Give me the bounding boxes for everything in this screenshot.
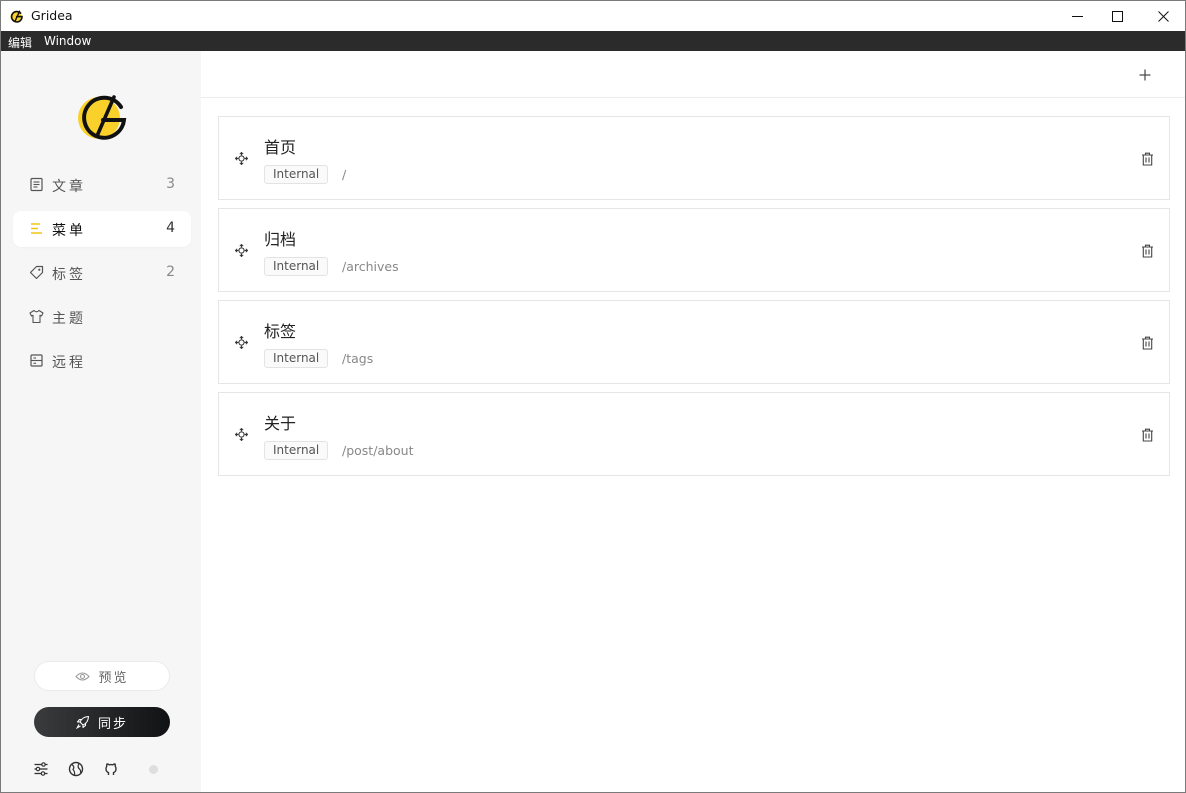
sidebar-item-label: 标签 [52, 267, 86, 283]
sidebar-item-label: 菜单 [52, 223, 86, 239]
menu-name: 标签 [264, 322, 297, 341]
window-title: Gridea [31, 8, 73, 23]
menu-list: 首页 Internal / 归档 Internal /archives 标签 I… [218, 116, 1170, 484]
drag-handle-icon[interactable] [235, 336, 248, 349]
minimize-icon [1071, 15, 1083, 17]
main-header [201, 51, 1185, 98]
close-icon [1157, 10, 1169, 22]
link-type-badge: Internal [264, 441, 329, 460]
trash-icon[interactable] [1141, 428, 1154, 442]
sidebar-item-articles[interactable]: 文章 3 [13, 167, 191, 203]
github-icon[interactable] [103, 761, 119, 777]
menu-name: 归档 [264, 230, 297, 249]
menu-icon [31, 223, 42, 234]
preview-button[interactable]: 预览 [34, 661, 170, 691]
trash-icon[interactable] [1141, 336, 1154, 350]
menu-name: 首页 [264, 138, 297, 157]
server-icon [30, 354, 43, 367]
rocket-icon [75, 715, 90, 729]
link-type-badge: Internal [264, 257, 329, 276]
sidebar-item-count: 2 [166, 264, 175, 280]
settings-sliders-icon[interactable] [33, 761, 49, 777]
sidebar-item-tags[interactable]: 标签 2 [13, 255, 191, 291]
sidebar-item-label: 主题 [52, 311, 86, 327]
app-window: Gridea 编辑 Window 文章 3 菜单 4 标签 2 主题 远程 预览… [0, 0, 1186, 793]
add-menu-icon[interactable] [1137, 67, 1153, 83]
menu-card[interactable]: 首页 Internal / [218, 116, 1170, 200]
sidebar-item-label: 远程 [52, 355, 86, 371]
menu-bar: 编辑 Window [1, 31, 1185, 51]
gridea-logo-icon [10, 10, 23, 23]
menu-link: /archives [342, 259, 399, 274]
menu-link: /post/about [342, 443, 414, 458]
trash-icon[interactable] [1141, 244, 1154, 258]
preview-button-label: 预览 [98, 670, 129, 686]
menu-card[interactable]: 标签 Internal /tags [218, 300, 1170, 384]
sidebar-item-count: 4 [166, 220, 175, 236]
sidebar-bottom-tools [1, 759, 201, 781]
gridea-logo [78, 95, 127, 140]
link-type-badge: Internal [264, 165, 329, 184]
sidebar-nav: 文章 3 菜单 4 标签 2 主题 远程 [13, 167, 191, 387]
sidebar-item-count: 3 [166, 176, 175, 192]
trash-icon[interactable] [1141, 152, 1154, 166]
menu-card[interactable]: 归档 Internal /archives [218, 208, 1170, 292]
link-type-badge: Internal [264, 349, 329, 368]
main-panel: 首页 Internal / 归档 Internal /archives 标签 I… [201, 51, 1185, 792]
drag-handle-icon[interactable] [235, 244, 248, 257]
menu-edit[interactable]: 编辑 [8, 34, 32, 51]
close-button[interactable] [1140, 1, 1186, 31]
menu-window[interactable]: Window [44, 34, 91, 48]
sync-status-dot [149, 765, 158, 774]
drag-handle-icon[interactable] [235, 152, 248, 165]
sidebar-item-menus[interactable]: 菜单 4 [13, 211, 191, 247]
sidebar-item-label: 文章 [52, 179, 86, 195]
sidebar-item-theme[interactable]: 主题 [13, 299, 191, 335]
globe-icon[interactable] [68, 761, 84, 777]
menu-link: /tags [342, 351, 374, 366]
drag-handle-icon[interactable] [235, 428, 248, 441]
tag-icon [29, 265, 44, 280]
title-bar: Gridea [1, 1, 1185, 31]
article-icon [30, 177, 43, 192]
eye-icon [75, 671, 91, 681]
menu-name: 关于 [264, 414, 297, 433]
maximize-button[interactable] [1094, 1, 1140, 31]
sync-button-label: 同步 [97, 716, 128, 732]
sidebar-item-remote[interactable]: 远程 [13, 343, 191, 379]
maximize-icon [1111, 10, 1123, 22]
menu-link: / [342, 167, 347, 182]
sidebar: 文章 3 菜单 4 标签 2 主题 远程 预览 同步 [1, 51, 201, 792]
tshirt-icon [29, 309, 44, 324]
menu-card[interactable]: 关于 Internal /post/about [218, 392, 1170, 476]
sync-button[interactable]: 同步 [34, 707, 170, 737]
